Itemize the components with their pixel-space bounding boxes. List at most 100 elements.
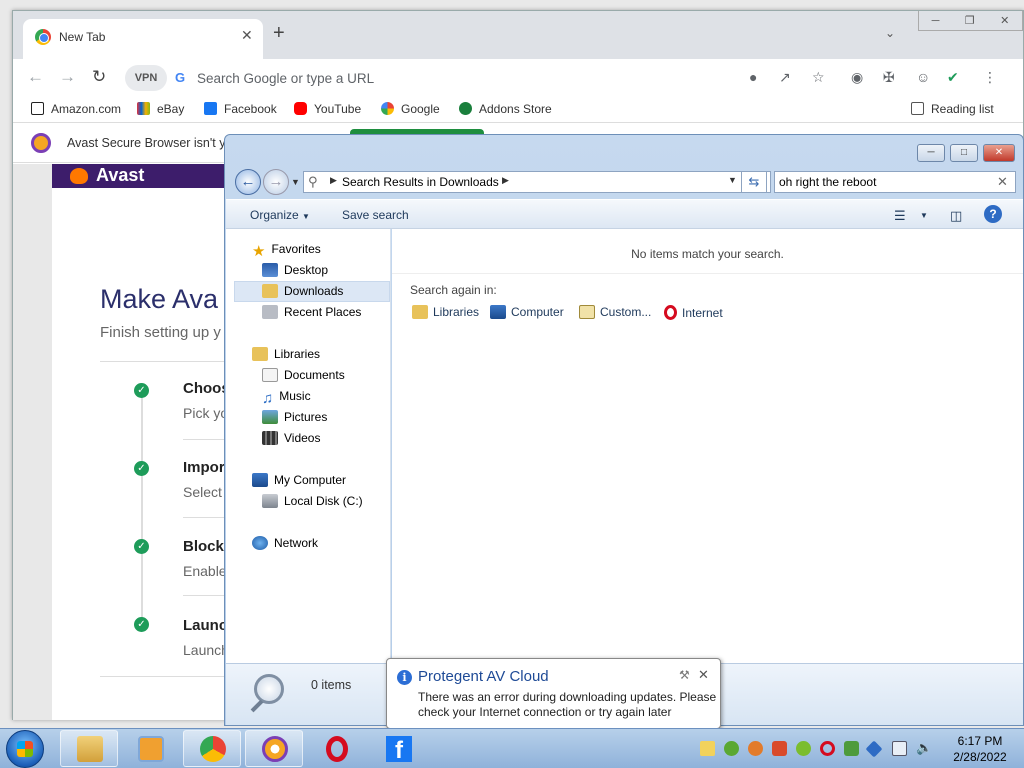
- tray-opera-icon[interactable]: [820, 741, 835, 756]
- tray-envelope-icon[interactable]: [700, 741, 715, 756]
- nav-downloads[interactable]: Downloads: [262, 284, 343, 298]
- search-again-computer[interactable]: Computer: [490, 305, 564, 319]
- nav-libraries[interactable]: Libraries: [252, 347, 320, 361]
- new-tab-button[interactable]: +: [273, 23, 285, 43]
- bookmark-facebook[interactable]: Facebook: [204, 102, 277, 116]
- taskbar-explorer[interactable]: [60, 730, 118, 767]
- back-arrow-icon[interactable]: ←: [27, 67, 44, 87]
- bookmark-addons-store[interactable]: Addons Store: [459, 102, 552, 116]
- vpn-button[interactable]: VPN: [125, 65, 167, 91]
- preview-pane-icon[interactable]: ◫: [950, 208, 962, 224]
- forward-arrow-icon[interactable]: →: [263, 169, 289, 195]
- profile-icon[interactable]: ☺: [916, 69, 930, 85]
- breadcrumb[interactable]: Search Results in Downloads: [342, 175, 499, 189]
- taskbar-facebook[interactable]: f: [369, 730, 427, 767]
- step-title[interactable]: Block: [183, 538, 224, 555]
- nav-pictures[interactable]: Pictures: [262, 410, 327, 424]
- avast-browser-logo-icon: [31, 133, 51, 153]
- view-options-chevron-icon[interactable]: ▼: [920, 211, 928, 220]
- tray-protegent-icon[interactable]: [844, 741, 859, 756]
- nav-my-computer[interactable]: My Computer: [252, 473, 346, 487]
- nav-desktop[interactable]: Desktop: [262, 263, 328, 277]
- start-button[interactable]: [6, 730, 44, 768]
- step-title[interactable]: Launc: [183, 617, 227, 634]
- system-tray: 🔈: [700, 729, 938, 768]
- nav-local-disk[interactable]: Local Disk (C:): [262, 494, 363, 508]
- security-shield-icon[interactable]: ✔: [947, 69, 959, 86]
- clock-time: 6:17 PM: [957, 734, 1003, 748]
- volume-icon[interactable]: 🔈: [916, 740, 932, 755]
- reload-icon[interactable]: ↻: [92, 67, 106, 87]
- extensions-puzzle-icon[interactable]: ✠: [883, 69, 895, 86]
- breadcrumb-arrow-icon[interactable]: ▶: [330, 175, 337, 186]
- change-view-icon[interactable]: ☰: [894, 208, 906, 224]
- tab-close-icon[interactable]: ✕: [241, 27, 253, 44]
- minimize-icon[interactable]: ─: [917, 144, 945, 162]
- share-icon[interactable]: ↗: [779, 69, 791, 86]
- refresh-button[interactable]: ⇆: [741, 171, 767, 193]
- network-icon: [252, 536, 268, 550]
- tray-monitor-icon[interactable]: [892, 741, 907, 756]
- bookmark-youtube[interactable]: YouTube: [294, 102, 361, 116]
- youtube-icon: [294, 102, 307, 115]
- navigation-pane: ★ Favorites Desktop Downloads Recent Plac…: [226, 229, 391, 663]
- location-pin-icon[interactable]: ●: [749, 69, 757, 85]
- back-arrow-icon[interactable]: ←: [235, 169, 261, 195]
- close-icon[interactable]: ✕: [1000, 14, 1009, 27]
- menu-dots-icon[interactable]: ⋮: [983, 69, 997, 86]
- star-bookmark-icon[interactable]: ☆: [812, 69, 825, 86]
- search-input[interactable]: oh right the reboot ✕: [774, 171, 1016, 193]
- wrench-icon[interactable]: ⚒: [679, 668, 690, 682]
- clear-search-icon[interactable]: ✕: [997, 174, 1008, 190]
- address-bar[interactable]: ⚲ ▶ Search Results in Downloads ▶ ▼: [303, 171, 771, 193]
- restore-icon[interactable]: ❐: [965, 14, 975, 27]
- breadcrumb-arrow-icon[interactable]: ▶: [502, 175, 509, 186]
- step-title[interactable]: Choos: [183, 380, 230, 397]
- forward-arrow-icon[interactable]: →: [59, 67, 76, 87]
- close-icon[interactable]: ✕: [983, 144, 1015, 162]
- system-clock[interactable]: 6:17 PM 2/28/2022: [944, 733, 1016, 765]
- nav-network[interactable]: Network: [252, 536, 318, 550]
- minimize-icon[interactable]: ─: [932, 15, 940, 27]
- taskbar-opera[interactable]: [307, 730, 365, 767]
- computer-icon: [490, 305, 506, 319]
- organize-button[interactable]: Organize ▼: [250, 208, 310, 222]
- nav-recent-places[interactable]: Recent Places: [262, 305, 361, 319]
- explorer-window: ─ □ ✕ ← → ▼ ⚲ ▶ Search Results in Downlo…: [224, 134, 1024, 726]
- address-dropdown-icon[interactable]: ▼: [728, 175, 737, 185]
- tab-search-chevron-icon[interactable]: ⌄: [885, 26, 895, 40]
- tab-new-tab[interactable]: New Tab ✕: [23, 19, 263, 59]
- recent-pages-chevron-icon[interactable]: ▼: [291, 177, 300, 187]
- step-check-icon: ✓: [134, 539, 149, 554]
- tray-app-icon[interactable]: [772, 741, 787, 756]
- search-again-custom[interactable]: Custom...: [579, 305, 651, 319]
- reading-list-button[interactable]: Reading list: [911, 102, 994, 116]
- taskbar-media-player[interactable]: [121, 730, 179, 767]
- help-icon[interactable]: ?: [984, 205, 1002, 223]
- nav-favorites[interactable]: ★ Favorites: [252, 242, 321, 260]
- nav-documents[interactable]: Documents: [262, 368, 345, 382]
- search-again-libraries[interactable]: Libraries: [412, 305, 479, 319]
- save-search-button[interactable]: Save search: [342, 208, 409, 222]
- search-again-internet[interactable]: Internet: [664, 305, 723, 320]
- taskbar-avast-browser[interactable]: [245, 730, 303, 767]
- nav-videos[interactable]: Videos: [262, 431, 320, 445]
- libraries-icon: [412, 305, 428, 319]
- documents-icon: [262, 368, 278, 382]
- tray-notification[interactable]: i Protegent AV Cloud ⚒ ✕ There was an er…: [386, 658, 721, 742]
- tray-update-icon[interactable]: [796, 741, 811, 756]
- bookmark-google[interactable]: Google: [381, 102, 440, 116]
- bookmark-ebay[interactable]: eBay: [137, 102, 184, 116]
- taskbar-chrome[interactable]: [183, 730, 241, 767]
- adblock-shield-icon[interactable]: ◉: [851, 69, 863, 86]
- tray-network-diamond-icon[interactable]: [865, 740, 883, 758]
- nav-music[interactable]: ♫ Music: [262, 389, 311, 407]
- amazon-icon: [31, 102, 44, 115]
- tray-shield-icon[interactable]: [724, 741, 739, 756]
- maximize-icon[interactable]: □: [950, 144, 978, 162]
- step-title[interactable]: Impor: [183, 459, 225, 476]
- setup-card: [52, 164, 252, 720]
- tray-block-icon[interactable]: [748, 741, 763, 756]
- bookmark-amazon[interactable]: Amazon.com: [31, 102, 121, 116]
- close-icon[interactable]: ✕: [698, 667, 709, 683]
